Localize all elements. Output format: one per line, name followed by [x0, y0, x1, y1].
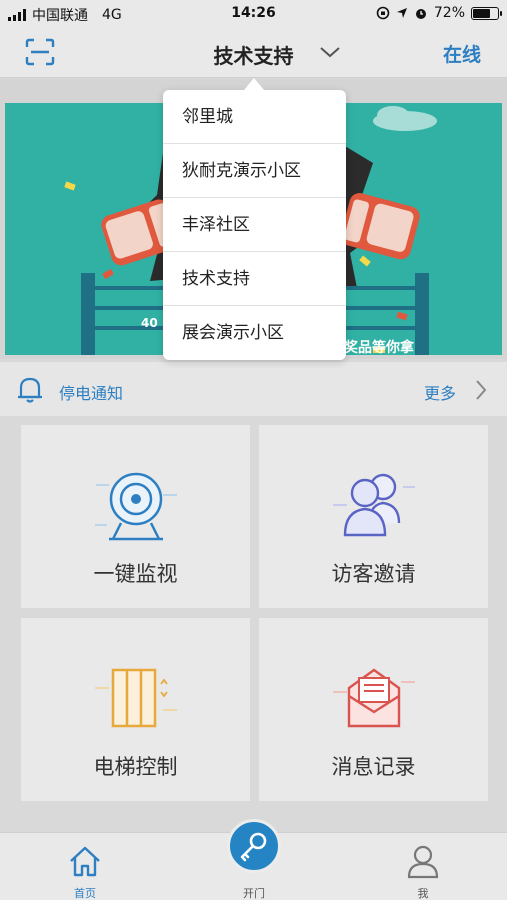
- dropdown-item[interactable]: 狄耐克演示小区: [163, 144, 346, 198]
- banner-slogan: 奖品等你拿: [344, 340, 414, 355]
- banner-text-40: 40: [141, 316, 158, 330]
- alarm-icon: [415, 9, 426, 19]
- card-label: 消息记录: [331, 755, 416, 779]
- card-label: 一键监视: [93, 562, 178, 586]
- community-dropdown: 邻里城 狄耐克演示小区 丰泽社区 技术支持 展会演示小区: [163, 90, 346, 360]
- location-icon: [396, 8, 407, 18]
- elevator-icon: [94, 668, 177, 728]
- notice-bar[interactable]: 停电通知 更多: [0, 362, 507, 416]
- card-monitor[interactable]: 一键监视: [21, 425, 250, 608]
- community-title[interactable]: 技术支持: [0, 40, 507, 69]
- battery-fill: [473, 8, 491, 18]
- tab-home-label: 首页: [74, 887, 96, 900]
- orientation-lock-icon: [376, 6, 390, 20]
- notice-title[interactable]: 停电通知: [59, 380, 123, 404]
- battery-icon: [471, 6, 502, 20]
- dropdown-item[interactable]: 技术支持: [163, 252, 346, 306]
- dropdown-item[interactable]: 邻里城: [163, 90, 346, 144]
- dropdown-item[interactable]: 展会演示小区: [163, 306, 346, 360]
- card-visitor[interactable]: 访客邀请: [259, 425, 488, 608]
- tab-home[interactable]: 首页: [45, 833, 125, 900]
- tab-open-door-label: 开门: [243, 887, 265, 900]
- open-door-button[interactable]: [227, 819, 281, 873]
- tab-me-label: 我: [417, 887, 429, 900]
- dropdown-item[interactable]: 丰泽社区: [163, 198, 346, 252]
- envelope-icon: [332, 668, 415, 728]
- status-right: 72%: [376, 5, 502, 21]
- home-icon: [70, 846, 100, 877]
- card-messages[interactable]: 消息记录: [259, 618, 488, 801]
- tab-me[interactable]: 我: [383, 833, 463, 900]
- chevron-right-icon[interactable]: [474, 379, 488, 401]
- online-button[interactable]: 在线: [443, 40, 481, 67]
- card-elevator[interactable]: 电梯控制: [21, 618, 250, 801]
- nav-bar: 技术支持 在线: [0, 28, 507, 78]
- bell-icon: [18, 377, 42, 403]
- battery-percent: 72%: [433, 5, 465, 21]
- more-link[interactable]: 更多: [424, 380, 456, 404]
- card-label: 电梯控制: [93, 755, 178, 779]
- profile-icon: [407, 845, 439, 879]
- chevron-down-icon[interactable]: [319, 44, 341, 60]
- dropdown-arrow: [244, 78, 264, 90]
- visitors-icon: [332, 473, 415, 537]
- card-label: 访客邀请: [331, 562, 416, 586]
- camera-icon: [94, 472, 177, 541]
- key-icon: [240, 832, 267, 862]
- status-bar: 中国联通 4G 14:26 72%: [0, 0, 507, 28]
